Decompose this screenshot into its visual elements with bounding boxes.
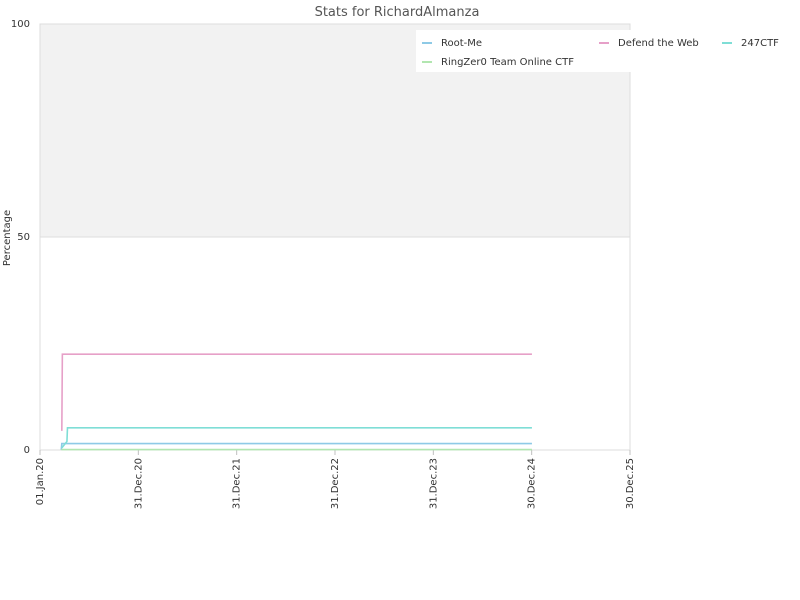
y-tick-label: 100 <box>11 19 30 30</box>
x-tick-label: 30.Dec.25 <box>625 458 636 509</box>
legend-label-247ctf: 247CTF <box>741 38 779 49</box>
legend-label-root-me: Root-Me <box>441 38 482 49</box>
x-tick-label: 31.Dec.21 <box>232 458 243 509</box>
x-tick-label: 31.Dec.22 <box>330 458 341 509</box>
legend: Root-Me Defend the Web 247CTF RingZer0 Team… <box>416 30 792 72</box>
x-tick-label: 30.Dec.24 <box>527 458 538 509</box>
x-tick-label: 31.Dec.20 <box>133 458 144 509</box>
legend-label-ringzer0-team-online-ctf: RingZer0 Team Online CTF <box>441 57 574 68</box>
y-axis-label: Percentage <box>2 210 13 266</box>
x-tick-label: 31.Dec.23 <box>428 458 439 509</box>
series-line-247ctf <box>61 427 532 449</box>
chart-title: Stats for RichardAlmanza <box>315 5 480 20</box>
series-line-defend-the-web <box>61 353 532 431</box>
y-tick-label: 0 <box>24 445 30 456</box>
chart: Stats for RichardAlmanza Percentage 0 50 1… <box>2 5 792 509</box>
legend-label-defend-the-web: Defend the Web <box>618 38 699 49</box>
y-tick-label: 50 <box>17 232 30 243</box>
x-tick-label: 01.Jan.20 <box>35 458 46 505</box>
